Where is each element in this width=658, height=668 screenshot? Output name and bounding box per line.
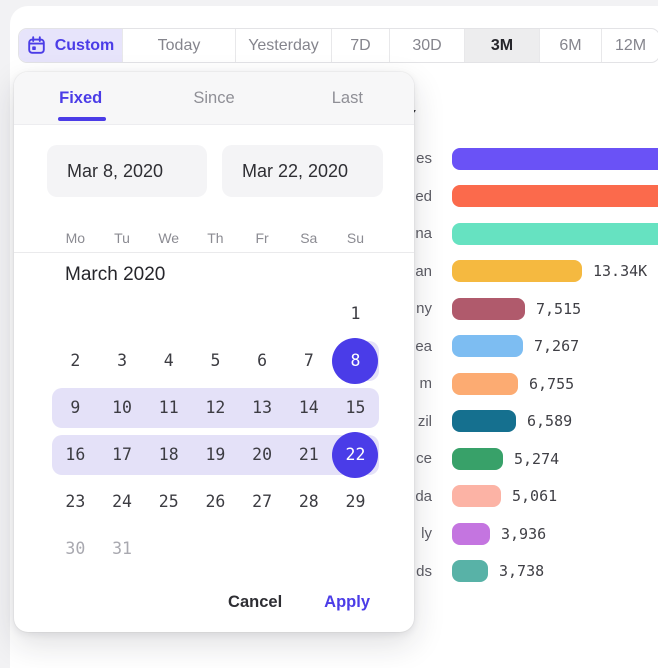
day-cell[interactable]: 1 <box>332 294 379 334</box>
day-cell[interactable]: 16 <box>52 435 99 478</box>
toolbar-item-today[interactable]: Today <box>122 29 235 62</box>
calendar-grid: 1 2 3 4 5 6 7 8 9 10 11 12 13 14 15 16 <box>52 294 379 576</box>
weekday-header: Mo Tu We Th Fr Sa Su <box>52 225 379 251</box>
bar[interactable] <box>452 448 503 470</box>
day-cell[interactable]: 5 <box>192 341 239 384</box>
day-cell[interactable]: 3 <box>99 341 146 384</box>
day-cell[interactable]: 15 <box>332 388 379 428</box>
day-cell[interactable]: 12 <box>192 388 239 428</box>
bar-value: 3,936 <box>501 525 546 543</box>
bar[interactable] <box>452 335 523 357</box>
toolbar-item-7d[interactable]: 7D <box>331 29 389 62</box>
bar-value: 7,515 <box>536 300 581 318</box>
bar[interactable] <box>452 298 525 320</box>
toolbar-item-label: 3M <box>491 37 513 55</box>
bar-value: 5,274 <box>514 450 559 468</box>
day-cell-disabled: 30 <box>52 529 99 569</box>
day-cell[interactable]: 17 <box>99 435 146 478</box>
start-date-value: Mar 8, 2020 <box>67 161 163 182</box>
toolbar-item-6m[interactable]: 6M <box>539 29 601 62</box>
toolbar-item-30d[interactable]: 30D <box>389 29 464 62</box>
day-cell[interactable]: 14 <box>285 388 332 428</box>
day-cell[interactable]: 13 <box>239 388 286 428</box>
bar[interactable] <box>452 523 490 545</box>
toolbar-item-3m-selected[interactable]: 3M <box>464 29 539 62</box>
date-picker-popup: Fixed Since Last Mar 8, 2020 Mar 22, 202… <box>14 72 414 632</box>
bar-value: 7,267 <box>534 337 579 355</box>
active-tab-underline <box>58 117 106 121</box>
bar[interactable] <box>452 410 516 432</box>
tab-last[interactable]: Last <box>281 72 414 124</box>
tab-since[interactable]: Since <box>147 72 280 124</box>
toolbar-item-label: 6M <box>559 37 581 55</box>
bar-value: 6,755 <box>529 375 574 393</box>
weekday-label: Fr <box>239 225 286 251</box>
weekday-label: We <box>145 225 192 251</box>
day-cell[interactable]: 26 <box>192 482 239 522</box>
toolbar-item-label: Yesterday <box>248 37 319 55</box>
weekday-label: Su <box>332 225 379 251</box>
day-cell[interactable]: 19 <box>192 435 239 478</box>
day-cell[interactable]: 9 <box>52 388 99 428</box>
popup-footer: Cancel Apply <box>228 593 370 612</box>
toolbar-item-label: Today <box>158 37 201 55</box>
weekday-label: Tu <box>99 225 146 251</box>
calendar-week: 30 31 <box>52 529 379 569</box>
bar[interactable] <box>452 560 488 582</box>
tab-label: Fixed <box>59 89 102 108</box>
day-cell[interactable]: 4 <box>145 341 192 384</box>
day-cell-disabled: 31 <box>99 529 146 569</box>
toolbar-item-label: 30D <box>412 37 441 55</box>
tab-label: Since <box>193 89 234 108</box>
bar[interactable] <box>452 148 658 170</box>
day-cell[interactable]: 10 <box>99 388 146 428</box>
apply-button[interactable]: Apply <box>324 593 370 612</box>
cancel-button[interactable]: Cancel <box>228 593 282 612</box>
toolbar-item-label: 12M <box>615 37 646 55</box>
toolbar-item-custom[interactable]: Custom <box>19 29 122 62</box>
weekday-label: Sa <box>285 225 332 251</box>
bar-value: 6,589 <box>527 412 572 430</box>
day-cell[interactable]: 21 <box>285 435 332 478</box>
bar[interactable] <box>452 223 658 245</box>
calendar-week: 16 17 18 19 20 21 22 <box>52 435 379 475</box>
start-date-input[interactable]: Mar 8, 2020 <box>47 145 207 197</box>
day-cell[interactable]: 18 <box>145 435 192 478</box>
day-cell[interactable]: 28 <box>285 482 332 522</box>
day-cell[interactable]: 29 <box>332 482 379 522</box>
month-title: March 2020 <box>65 264 165 286</box>
day-cell[interactable]: 7 <box>285 341 332 384</box>
toolbar-item-label: 7D <box>350 37 370 55</box>
tab-label: Last <box>332 89 363 108</box>
toolbar-item-label: Custom <box>55 37 115 55</box>
bar-value: 5,061 <box>512 487 557 505</box>
weekday-label: Th <box>192 225 239 251</box>
end-date-input[interactable]: Mar 22, 2020 <box>222 145 383 197</box>
day-cell[interactable]: 24 <box>99 482 146 522</box>
calendar-week: 23 24 25 26 27 28 29 <box>52 482 379 522</box>
calendar-icon <box>27 36 46 55</box>
day-cell[interactable]: 23 <box>52 482 99 522</box>
bar[interactable] <box>452 373 518 395</box>
bar[interactable] <box>452 485 501 507</box>
date-range-toolbar: Custom Today Yesterday 7D 30D 3M 6M 12M <box>18 28 658 63</box>
day-cell[interactable]: 2 <box>52 341 99 384</box>
bar-value: 3,738 <box>499 562 544 580</box>
bar[interactable] <box>452 185 658 207</box>
day-cell[interactable]: 11 <box>145 388 192 428</box>
bar[interactable] <box>452 260 582 282</box>
weekday-label: Mo <box>52 225 99 251</box>
day-cell[interactable]: 27 <box>239 482 286 522</box>
bar-value: 13.34K <box>593 262 647 280</box>
toolbar-item-12m[interactable]: 12M <box>601 29 658 62</box>
day-cell[interactable]: 6 <box>239 341 286 384</box>
day-cell[interactable]: 25 <box>145 482 192 522</box>
divider <box>14 252 414 253</box>
calendar-week: 9 10 11 12 13 14 15 <box>52 388 379 428</box>
calendar-week: 1 <box>52 294 379 334</box>
calendar-week: 2 3 4 5 6 7 8 <box>52 341 379 381</box>
toolbar-item-yesterday[interactable]: Yesterday <box>235 29 331 62</box>
end-date-value: Mar 22, 2020 <box>242 161 348 182</box>
day-cell[interactable]: 20 <box>239 435 286 478</box>
